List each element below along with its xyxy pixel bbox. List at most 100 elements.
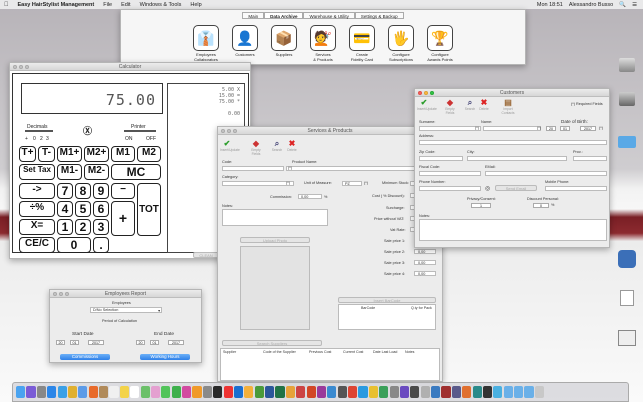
working-hours-button[interactable]: Working Hours <box>140 354 190 360</box>
name-field[interactable] <box>483 126 541 131</box>
apple-menu-icon[interactable]:  <box>4 2 9 8</box>
decimal-option[interactable]: 0 <box>33 136 36 142</box>
app-icon[interactable] <box>337 386 347 398</box>
finder-icon[interactable] <box>16 386 26 398</box>
insert-barcode-button[interactable]: Insert BarCode <box>338 297 436 303</box>
app-icon[interactable] <box>399 386 410 398</box>
app-icon[interactable] <box>410 386 420 398</box>
city-field[interactable] <box>467 156 567 161</box>
key-6[interactable]: 6 <box>93 201 109 217</box>
empty-fields-button[interactable]: ◆ Empty Fields <box>249 139 263 156</box>
customers-button[interactable]: 👤 Customers <box>229 25 262 62</box>
app-icon[interactable] <box>420 386 430 398</box>
mobile-field[interactable] <box>545 186 607 191</box>
app-icon[interactable] <box>244 386 254 398</box>
key-dot[interactable]: . <box>93 237 109 253</box>
key-7[interactable]: 7 <box>57 183 73 199</box>
search-button[interactable]: ⌕ Search <box>463 98 477 111</box>
suppliers-button[interactable]: 📦 Suppliers <box>268 25 301 62</box>
key-3[interactable]: 3 <box>93 219 109 235</box>
key-8[interactable]: 8 <box>75 183 91 199</box>
key-plus[interactable]: + <box>111 201 135 236</box>
photo-frame[interactable] <box>240 246 310 330</box>
key-tminus[interactable]: T- <box>38 146 55 162</box>
zip-field[interactable] <box>419 156 463 161</box>
key-2[interactable]: 2 <box>75 219 91 235</box>
tab-warehouse[interactable]: Warehouse & Utility <box>303 12 355 19</box>
key-9[interactable]: 9 <box>93 183 109 199</box>
email-field[interactable] <box>485 171 607 176</box>
desktop-screenshot-icon[interactable] <box>614 330 640 347</box>
ibooks-icon[interactable] <box>192 386 202 398</box>
prov-field[interactable] <box>573 156 607 161</box>
start-day[interactable]: 20 <box>56 340 65 345</box>
key-5[interactable]: 5 <box>75 201 91 217</box>
tab-main[interactable]: Main <box>242 12 265 19</box>
delete-button[interactable]: ✖ Delete <box>477 98 491 111</box>
app-icon[interactable] <box>233 386 244 398</box>
search-suppliers-button[interactable]: Search Suppliers <box>222 340 322 346</box>
search-button[interactable]: ⌕ Search <box>270 139 284 152</box>
notes-icon[interactable] <box>119 386 129 398</box>
app-icon[interactable] <box>441 386 451 398</box>
app-icon[interactable] <box>223 386 233 398</box>
end-day[interactable]: 20 <box>136 340 145 345</box>
app-store-icon[interactable] <box>47 386 57 398</box>
mail-icon[interactable] <box>78 386 88 398</box>
key-mc[interactable]: MC <box>111 164 161 180</box>
app-icon[interactable] <box>213 386 223 398</box>
app-icon[interactable] <box>296 386 306 398</box>
word-icon[interactable] <box>265 386 275 398</box>
dob-year[interactable]: 2017 <box>580 126 596 131</box>
send-email-button[interactable]: Send Email <box>495 185 537 191</box>
key-m2plus[interactable]: M2+ <box>84 146 109 162</box>
discount-field[interactable]: 0 <box>533 203 549 208</box>
phone-field[interactable] <box>419 186 481 191</box>
delete-button[interactable]: ✖ Delete <box>285 139 299 152</box>
zoom-icon[interactable] <box>430 91 434 95</box>
preferences-icon[interactable] <box>202 386 212 398</box>
app-icon[interactable] <box>285 386 295 398</box>
key-4[interactable]: 4 <box>57 201 73 217</box>
employees-button[interactable]: 👔 Employees Collaborators <box>190 25 223 62</box>
clear-x-icon[interactable]: Ⓧ <box>83 124 92 137</box>
close-icon[interactable] <box>221 129 225 133</box>
suppliers-table[interactable]: Supplier Code of the Supplier Previous C… <box>220 348 440 381</box>
barcode-table[interactable]: BarCode Q.ty for Pack <box>338 304 436 330</box>
key-set-tax[interactable]: Set Tax <box>19 164 55 180</box>
zoom-icon[interactable] <box>233 129 237 133</box>
end-year[interactable]: 2017 <box>168 340 184 345</box>
trash-icon[interactable] <box>534 386 544 398</box>
key-ce-c[interactable]: CE/C <box>19 237 55 253</box>
desktop-drive-icon[interactable] <box>614 92 640 107</box>
zoom-icon[interactable] <box>65 292 69 296</box>
employee-select[interactable]: D/No Selection ▾ <box>90 307 162 313</box>
app-icon[interactable] <box>254 386 264 398</box>
key-m1minus[interactable]: M1- <box>57 164 82 180</box>
desktop-app-icon[interactable] <box>614 250 640 269</box>
notes-field[interactable] <box>222 209 328 226</box>
printer-off[interactable]: OFF <box>146 136 156 142</box>
dob-day[interactable]: 20 <box>546 126 556 131</box>
key-times-equals[interactable]: X= <box>19 219 55 235</box>
key-1[interactable]: 1 <box>57 219 73 235</box>
app-icon[interactable] <box>451 386 461 398</box>
zoom-icon[interactable] <box>25 65 29 69</box>
sale-price-2-field[interactable]: 0,00 <box>414 249 436 254</box>
key-tot[interactable]: TOT <box>137 183 161 236</box>
itunes-icon[interactable] <box>182 386 192 398</box>
folder-icon[interactable] <box>503 386 513 398</box>
app-icon[interactable] <box>389 386 399 398</box>
app-icon[interactable] <box>358 386 368 398</box>
close-icon[interactable] <box>53 292 57 296</box>
minimize-icon[interactable] <box>19 65 23 69</box>
key-m2minus[interactable]: M2- <box>84 164 109 180</box>
photos-icon[interactable] <box>150 386 161 398</box>
start-month[interactable]: 01 <box>70 340 79 345</box>
import-contacts-button[interactable]: ▤ Import Contacts <box>497 98 519 115</box>
code-field[interactable] <box>222 166 284 171</box>
search-icon[interactable]: 🔍 <box>619 2 626 8</box>
messages-icon[interactable] <box>161 386 171 398</box>
minimize-icon[interactable] <box>59 292 63 296</box>
menu-file[interactable]: File <box>103 2 112 8</box>
